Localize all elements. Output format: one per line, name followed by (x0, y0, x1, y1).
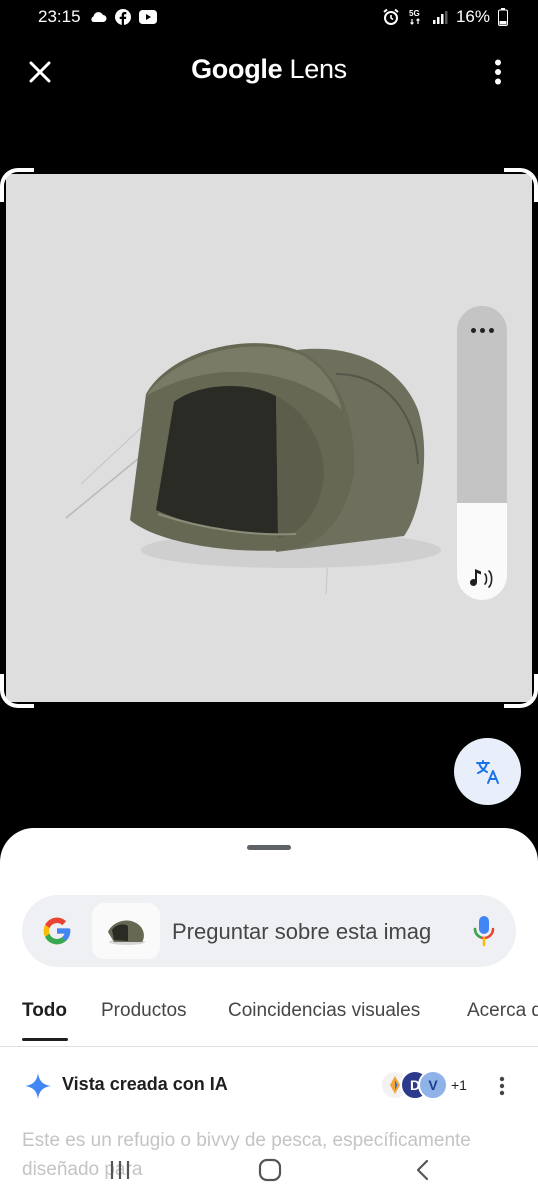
tab-coincidencias-visuales[interactable]: Coincidencias visuales (228, 1000, 420, 1022)
status-left: 23:15 (38, 7, 157, 27)
ai-overview-header: Vista creada con IA D V +1 (0, 1060, 538, 1110)
image-stage[interactable] (0, 168, 538, 708)
sources-more-count: +1 (451, 1077, 467, 1093)
search-input[interactable]: Preguntar sobre esta imag (172, 919, 440, 945)
back-button[interactable] (402, 1152, 442, 1188)
source-avatars[interactable]: D V (380, 1070, 450, 1102)
recent-apps-icon (110, 1161, 130, 1179)
home-icon (258, 1158, 282, 1182)
google-logo-icon (43, 917, 71, 945)
app-bar: Google Lens (0, 40, 538, 104)
back-icon (416, 1159, 429, 1181)
more-horiz-icon[interactable] (457, 318, 507, 342)
sound-button[interactable] (457, 564, 507, 594)
more-options-button[interactable] (480, 54, 516, 90)
ai-overview-menu-button[interactable] (490, 1072, 514, 1100)
alarm-icon (382, 8, 400, 26)
tent-image (65, 343, 441, 595)
tent-photo[interactable] (6, 174, 532, 702)
media-side-panel (457, 306, 507, 600)
tab-productos[interactable]: Productos (101, 1000, 187, 1022)
search-bar[interactable]: Preguntar sobre esta imag (22, 895, 516, 967)
results-tabs: Todo Productos Coincidencias visuales Ac… (0, 996, 538, 1046)
sound-icon (470, 569, 493, 588)
cloud-icon (89, 11, 107, 23)
battery-percent: 16% (455, 7, 490, 26)
recent-apps-button[interactable] (100, 1152, 140, 1188)
system-nav-bar (0, 1146, 538, 1192)
more-vert-icon (495, 59, 501, 85)
tent-thumbnail-icon (108, 920, 145, 945)
youtube-icon (138, 10, 157, 24)
sparkle-icon (25, 1073, 51, 1099)
ai-overview-title: Vista creada con IA (62, 1074, 228, 1094)
tab-acerca-de[interactable]: Acerca d (467, 1000, 538, 1022)
divider (0, 1046, 538, 1047)
status-right: 5G 16% (382, 7, 508, 27)
5g-icon: 5G (408, 8, 424, 26)
more-vert-icon (499, 1076, 505, 1096)
signal-icon (432, 9, 448, 25)
home-button[interactable] (250, 1152, 290, 1188)
svg-text:5G: 5G (409, 9, 420, 18)
clock: 23:15 (38, 7, 81, 26)
status-bar: 23:15 5G 16% (0, 0, 538, 34)
mic-icon (473, 916, 495, 947)
voice-search-button[interactable] (466, 913, 502, 949)
translate-icon (475, 759, 499, 784)
image-thumbnail[interactable] (92, 903, 160, 959)
active-tab-indicator (22, 1038, 68, 1041)
app-title: Google Lens (0, 54, 538, 85)
title-product: Lens (289, 54, 348, 84)
tab-todo[interactable]: Todo (22, 1000, 67, 1022)
facebook-icon (114, 9, 131, 25)
title-brand: Google (191, 54, 283, 84)
battery-icon (498, 8, 508, 26)
source-avatar: V (418, 1070, 448, 1100)
translate-button[interactable] (454, 738, 521, 805)
drag-handle[interactable] (247, 845, 291, 850)
results-sheet[interactable]: Preguntar sobre esta imag Todo Productos… (0, 828, 538, 1200)
